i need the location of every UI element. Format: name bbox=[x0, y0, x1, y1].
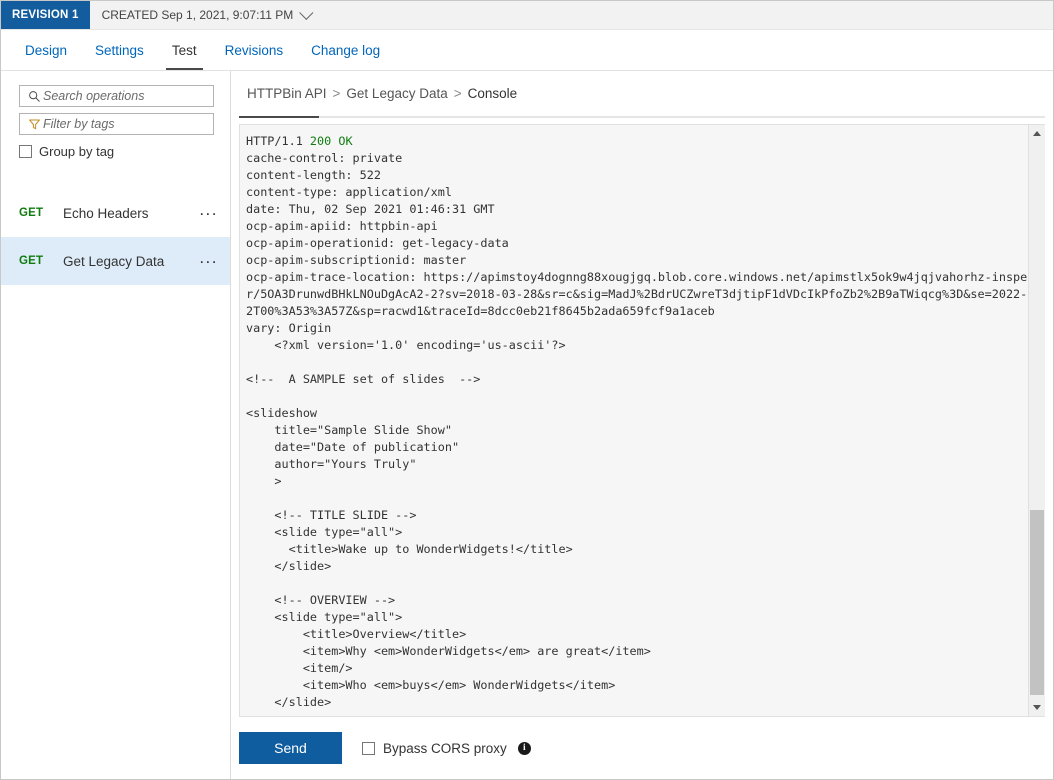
breadcrumb-operation[interactable]: Get Legacy Data bbox=[346, 86, 447, 101]
triangle-down-icon bbox=[1033, 705, 1041, 710]
operation-name: Get Legacy Data bbox=[63, 254, 199, 269]
tab-change-log[interactable]: Change log bbox=[297, 30, 394, 70]
bypass-cors-proxy-toggle[interactable]: Bypass CORS proxy i bbox=[362, 741, 531, 756]
scrollbar-thumb[interactable] bbox=[1030, 510, 1044, 695]
triangle-up-icon bbox=[1033, 131, 1041, 136]
operation-method-badge: GET bbox=[19, 255, 63, 267]
info-icon[interactable]: i bbox=[518, 742, 531, 755]
bypass-cors-proxy-label: Bypass CORS proxy bbox=[383, 741, 507, 756]
http-response-text[interactable]: HTTP/1.1 200 OK cache-control: private c… bbox=[240, 125, 1028, 716]
api-management-test-console: REVISION 1 CREATED Sep 1, 2021, 9:07:11 … bbox=[0, 0, 1054, 780]
breadcrumb-separator: > bbox=[327, 86, 347, 101]
send-button[interactable]: Send bbox=[239, 732, 342, 764]
breadcrumb-console: Console bbox=[468, 86, 518, 101]
operation-more-menu-icon[interactable]: ... bbox=[199, 205, 218, 221]
status-line-prefix: HTTP/1.1 bbox=[246, 134, 310, 148]
main-tab-bar: Design Settings Test Revisions Change lo… bbox=[1, 30, 1053, 71]
console-footer: Send Bypass CORS proxy i bbox=[231, 717, 1053, 779]
revision-created-label: CREATED Sep 1, 2021, 9:07:11 PM bbox=[102, 8, 294, 22]
tab-test[interactable]: Test bbox=[158, 30, 211, 70]
revision-created-dropdown[interactable]: CREATED Sep 1, 2021, 9:07:11 PM bbox=[90, 1, 313, 29]
revision-bar: REVISION 1 CREATED Sep 1, 2021, 9:07:11 … bbox=[1, 1, 1053, 30]
operation-more-menu-icon[interactable]: ... bbox=[199, 253, 218, 269]
filter-tags-input[interactable] bbox=[43, 117, 213, 131]
chevron-down-icon[interactable] bbox=[299, 6, 313, 20]
operations-list: GET Echo Headers ... GET Get Legacy Data… bbox=[1, 189, 230, 285]
funnel-icon bbox=[25, 118, 43, 131]
http-response-viewer: HTTP/1.1 200 OK cache-control: private c… bbox=[239, 124, 1045, 717]
operation-row-get-legacy-data[interactable]: GET Get Legacy Data ... bbox=[1, 237, 230, 285]
filter-by-tags-field[interactable] bbox=[19, 113, 214, 135]
scroll-up-button[interactable] bbox=[1029, 125, 1045, 142]
console-pane: HTTPBin API > Get Legacy Data > Console … bbox=[231, 71, 1053, 779]
group-by-tag-toggle[interactable]: Group by tag bbox=[19, 144, 230, 159]
breadcrumb-separator: > bbox=[448, 86, 468, 101]
breadcrumb: HTTPBin API > Get Legacy Data > Console bbox=[231, 71, 1053, 116]
operation-method-badge: GET bbox=[19, 207, 63, 219]
operations-sidebar: Group by tag GET Echo Headers ... GET Ge… bbox=[1, 71, 231, 779]
content-area: Group by tag GET Echo Headers ... GET Ge… bbox=[1, 71, 1053, 779]
search-operations-field[interactable] bbox=[19, 85, 214, 107]
scroll-down-button[interactable] bbox=[1029, 699, 1045, 716]
tab-design[interactable]: Design bbox=[11, 30, 81, 70]
breadcrumb-api[interactable]: HTTPBin API bbox=[247, 86, 327, 101]
group-by-tag-checkbox[interactable] bbox=[19, 145, 32, 158]
response-headers-and-body: cache-control: private content-length: 5… bbox=[246, 151, 1028, 709]
tab-revisions[interactable]: Revisions bbox=[211, 30, 298, 70]
breadcrumb-underline bbox=[239, 116, 1045, 118]
operation-row-echo-headers[interactable]: GET Echo Headers ... bbox=[1, 189, 230, 237]
operation-name: Echo Headers bbox=[63, 206, 199, 221]
status-text: OK bbox=[331, 134, 352, 148]
bypass-cors-proxy-checkbox[interactable] bbox=[362, 742, 375, 755]
status-code: 200 bbox=[310, 134, 331, 148]
search-icon bbox=[25, 90, 43, 103]
response-scrollbar[interactable] bbox=[1028, 125, 1045, 716]
revision-badge: REVISION 1 bbox=[1, 1, 90, 29]
search-input[interactable] bbox=[43, 89, 213, 103]
tab-settings[interactable]: Settings bbox=[81, 30, 158, 70]
group-by-tag-label: Group by tag bbox=[39, 144, 114, 159]
